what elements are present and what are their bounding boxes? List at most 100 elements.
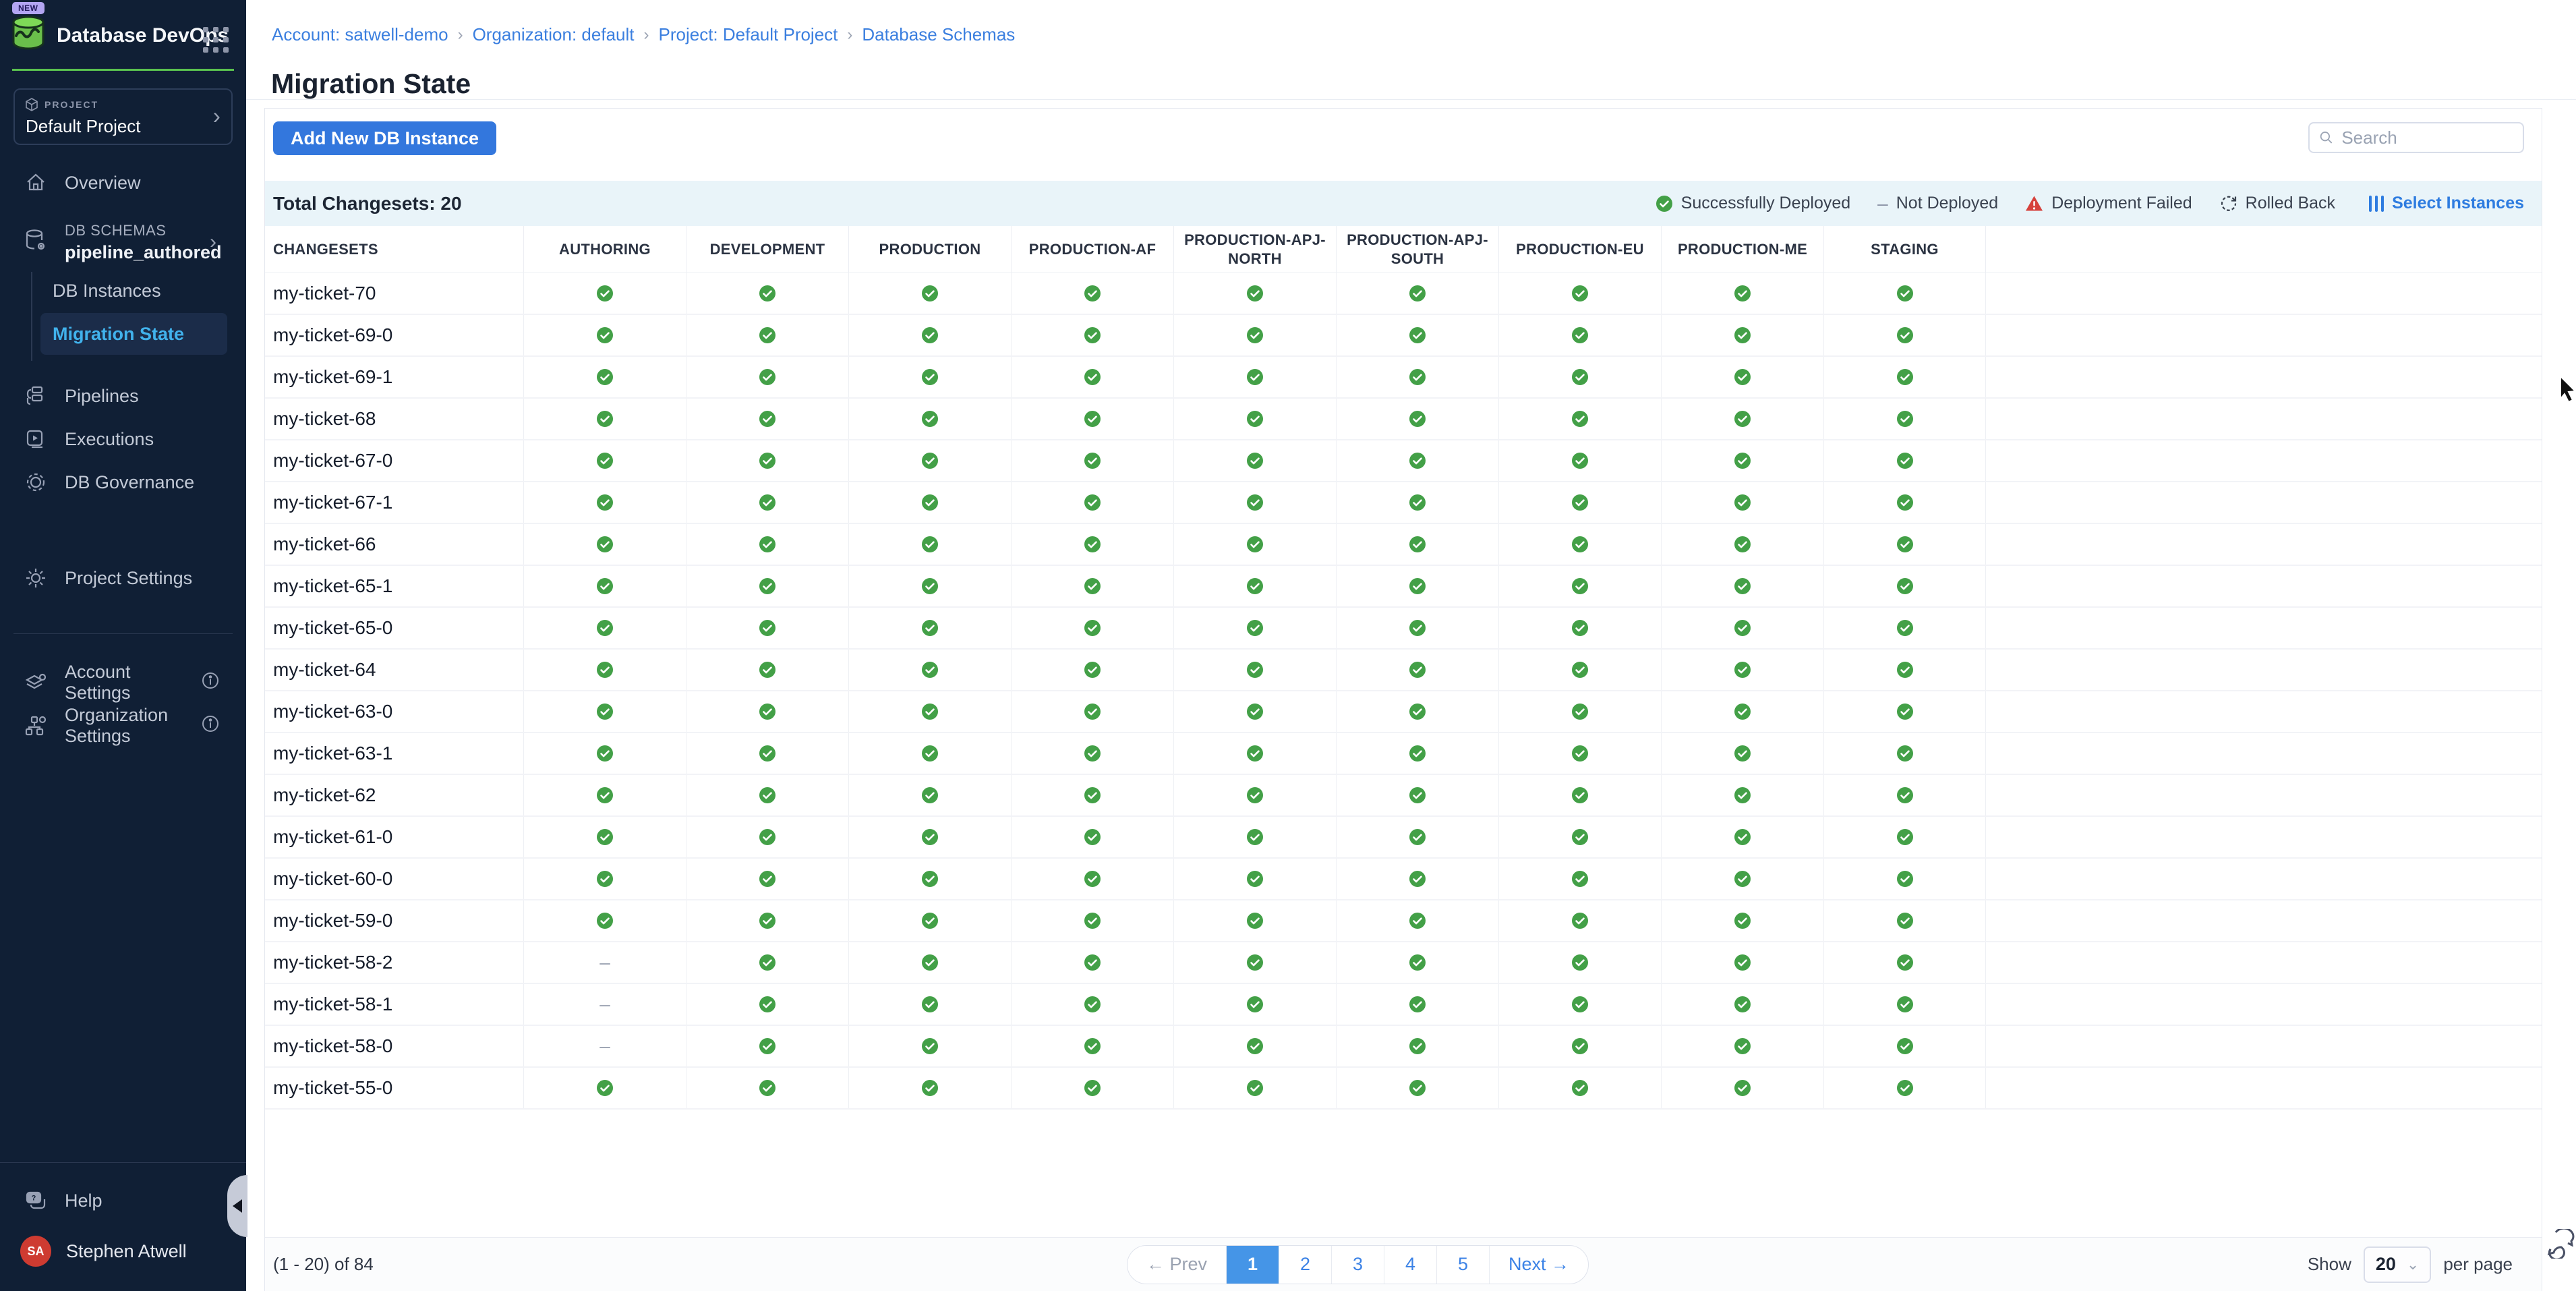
deployed-check-icon [596, 912, 614, 929]
governance-icon [24, 471, 47, 493]
sidebar-item-executions[interactable]: Executions [0, 418, 246, 461]
sidebar-nav: Overview DB SCHEMAS pipeline_authored › … [0, 161, 246, 1291]
sidebar-item-overview[interactable]: Overview [0, 161, 246, 204]
status-cell [1823, 524, 1986, 565]
status-cell [1498, 566, 1661, 606]
deployed-check-icon [1246, 326, 1264, 344]
status-cell [1498, 942, 1661, 983]
sidebar-item-account-settings[interactable]: Account Settings [0, 661, 246, 704]
status-cell [1336, 691, 1498, 732]
deployed-check-icon [1571, 536, 1589, 553]
status-cell [686, 859, 848, 899]
deployed-check-icon [759, 786, 776, 804]
status-cell [1823, 566, 1986, 606]
info-icon[interactable] [202, 715, 219, 737]
changeset-name: my-ticket-64 [265, 650, 523, 690]
status-cell [686, 984, 848, 1025]
changeset-name: my-ticket-62 [265, 775, 523, 815]
breadcrumb-account[interactable]: Account: satwell-demo [272, 24, 448, 45]
deployed-check-icon [1571, 996, 1589, 1013]
deployed-check-icon [1896, 577, 1914, 595]
status-cell [1498, 984, 1661, 1025]
status-cell [1011, 357, 1173, 397]
support-chat-icon[interactable] [2544, 1229, 2576, 1262]
page-size-select[interactable]: 20 ⌄ [2364, 1246, 2431, 1283]
page-header: Account: satwell-demo › Organization: de… [246, 0, 2576, 100]
deployed-check-icon [596, 285, 614, 302]
search-icon [2319, 130, 2333, 146]
deployed-check-icon [921, 536, 939, 553]
sidebar-item-project-settings[interactable]: Project Settings [0, 556, 246, 600]
search-box[interactable] [2308, 122, 2524, 153]
sidebar-item-db-schemas[interactable]: DB SCHEMAS pipeline_authored › [0, 212, 246, 272]
page-button-3[interactable]: 3 [1331, 1246, 1384, 1284]
deployed-check-icon [1571, 619, 1589, 637]
deployed-check-icon [1734, 619, 1751, 637]
project-selector[interactable]: PROJECT Default Project › [13, 88, 233, 145]
sidebar-item-db-governance[interactable]: DB Governance [0, 461, 246, 504]
page-button-4[interactable]: 4 [1384, 1246, 1436, 1284]
deployed-check-icon [596, 452, 614, 469]
changeset-name: my-ticket-67-1 [265, 482, 523, 523]
search-input[interactable] [2340, 127, 2513, 149]
status-cell [1498, 482, 1661, 523]
deployed-check-icon [1734, 1037, 1751, 1055]
user-menu[interactable]: SA Stephen Atwell [0, 1228, 246, 1275]
deployed-check-icon [1246, 870, 1264, 888]
status-cell [1336, 900, 1498, 941]
status-cell [1173, 608, 1336, 648]
deployed-check-icon [596, 577, 614, 595]
breadcrumb-organization[interactable]: Organization: default [473, 24, 635, 45]
sidebar-item-help[interactable]: ? Help [0, 1182, 246, 1220]
deployed-check-icon [1084, 368, 1101, 386]
not-deployed-dash: – [599, 1035, 610, 1057]
executions-icon [24, 428, 47, 450]
status-cell [1173, 1068, 1336, 1108]
status-cell [848, 942, 1011, 983]
deployed-check-icon [759, 494, 776, 511]
deployed-check-icon [1084, 786, 1101, 804]
breadcrumb-project[interactable]: Project: Default Project [659, 24, 838, 45]
deployed-check-icon [1246, 1079, 1264, 1097]
not-deployed-dash: – [599, 994, 610, 1015]
status-cell [1661, 1026, 1823, 1066]
next-page-button[interactable]: Next → [1489, 1246, 1588, 1284]
deployed-check-icon [759, 828, 776, 846]
deployed-check-icon [596, 1079, 614, 1097]
status-cell [1011, 1026, 1173, 1066]
status-cell [848, 775, 1011, 815]
status-cell [1336, 1026, 1498, 1066]
deployed-check-icon [1084, 912, 1101, 929]
status-cell: – [523, 942, 686, 983]
sidebar-item-db-instances[interactable]: DB Instances [32, 272, 246, 310]
deployed-check-icon [921, 619, 939, 637]
deployed-check-icon [759, 536, 776, 553]
add-db-instance-button[interactable]: Add New DB Instance [273, 121, 496, 155]
info-icon[interactable] [202, 672, 219, 694]
deployed-check-icon [596, 828, 614, 846]
deployed-check-icon [1896, 703, 1914, 720]
status-cell [1011, 942, 1173, 983]
changeset-name: my-ticket-70 [265, 273, 523, 314]
page-button-5[interactable]: 5 [1436, 1246, 1489, 1284]
deployed-check-icon [1246, 828, 1264, 846]
page-button-2[interactable]: 2 [1279, 1246, 1331, 1284]
deployed-check-icon [759, 410, 776, 428]
deployed-check-icon [759, 1079, 776, 1097]
page-button-1[interactable]: 1 [1226, 1246, 1279, 1284]
apps-grid-icon[interactable] [203, 27, 230, 54]
sidebar-item-organization-settings[interactable]: Organization Settings [0, 704, 246, 747]
status-cell [1498, 524, 1661, 565]
deployed-check-icon [759, 954, 776, 971]
sidebar-item-pipelines[interactable]: Pipelines [0, 374, 246, 418]
table-row: my-ticket-69-0 [265, 315, 2542, 357]
select-instances-button[interactable]: Select Instances [2369, 194, 2524, 213]
prev-page-button[interactable]: ← Prev [1128, 1246, 1226, 1284]
status-cell [848, 817, 1011, 857]
sidebar-collapse-handle[interactable] [227, 1175, 247, 1237]
deployed-check-icon [1246, 912, 1264, 929]
breadcrumb-database-schemas[interactable]: Database Schemas [862, 24, 1015, 45]
status-cell [1011, 984, 1173, 1025]
sidebar-item-migration-state[interactable]: Migration State [40, 313, 227, 355]
status-cell [1336, 650, 1498, 690]
